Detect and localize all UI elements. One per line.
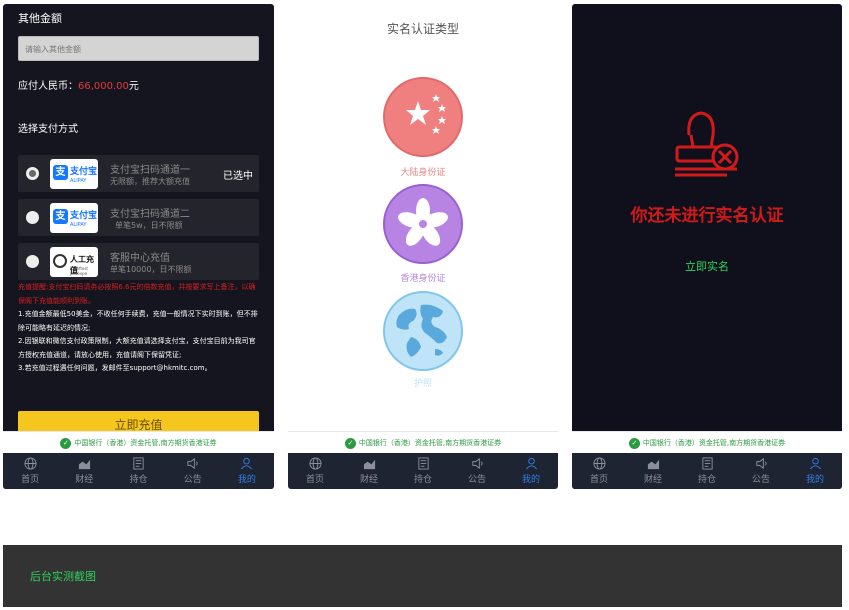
selected-label: 已选中 xyxy=(223,171,253,182)
chart-icon xyxy=(647,459,659,470)
user-icon xyxy=(241,457,253,470)
nav-announcements[interactable]: 公告 xyxy=(734,453,788,489)
payable-amount: 66,000.00 xyxy=(78,81,129,92)
nav-mine[interactable]: 我的 xyxy=(220,453,274,489)
nav-home[interactable]: 首页 xyxy=(3,453,57,489)
alipay-icon: 支 xyxy=(53,209,68,224)
unverified-screen: 你还未进行实名认证 立即实名 ✓ 中国银行（香港）资金托管,南方期货香港证券 首页… xyxy=(572,4,842,489)
payable-label: 应付人民币： xyxy=(18,81,78,92)
bank-banner: ✓ 中国银行（香港）资金托管,南方期货香港证券 xyxy=(572,431,842,453)
user-icon xyxy=(525,457,537,470)
shield-check-icon: ✓ xyxy=(344,437,356,449)
speaker-icon xyxy=(755,457,767,470)
globe-icon[interactable] xyxy=(383,291,463,371)
hongkong-id-label[interactable]: 香港身份证 xyxy=(288,271,558,284)
notice-item: 2.因银联和微信支付政策限制，大额充值请选择支付宝，支付宝目前为我司官方授权充值… xyxy=(18,337,256,359)
recharge-screen: 其他金额 请输入其他金额 应付人民币：66,000.00元 选择支付方式 支 支… xyxy=(3,4,274,489)
option-desc: 无限额，推荐大额充值 xyxy=(110,177,190,186)
id-type-screen: 实名认证类型 大陆身份证 香港身份证 护照 ✓ 中国银行（香港）资金托管,南方期… xyxy=(288,4,558,489)
radio-unselected[interactable] xyxy=(26,211,39,224)
payment-option-customer-service[interactable]: 人工充值 Kmeftest Jastevpe 客服中心充值 单笔10000，日不… xyxy=(18,243,259,280)
unverified-message: 你还未进行实名认证 xyxy=(630,206,784,226)
speaker-icon xyxy=(471,457,483,470)
alipay-icon: 支 xyxy=(53,165,68,180)
nav-finance[interactable]: 财经 xyxy=(626,453,680,489)
bank-banner: ✓ 中国银行（香港）资金托管,南方期货香港证券 xyxy=(3,431,274,453)
bottom-nav: 首页 财经 持仓 公告 我的 xyxy=(572,453,842,489)
document-icon xyxy=(701,457,713,470)
headset-icon xyxy=(53,254,67,268)
speaker-icon xyxy=(187,457,198,470)
nav-finance[interactable]: 财经 xyxy=(57,453,111,489)
bottom-nav: 首页 财经 持仓 公告 我的 xyxy=(3,453,274,489)
document-icon xyxy=(133,457,144,470)
notice-reminder: 充值提醒:支付宝扫码请务必按照6.6元的倍数充值，并按要求写上备注，以确保阁下充… xyxy=(18,283,256,305)
page-title: 实名认证类型 xyxy=(386,22,459,36)
globe-icon xyxy=(24,457,37,470)
stamp-icon xyxy=(675,111,739,177)
globe-icon xyxy=(592,457,606,470)
nav-announcements[interactable]: 公告 xyxy=(450,453,504,489)
chart-icon xyxy=(363,459,375,470)
nav-positions[interactable]: 持仓 xyxy=(396,453,450,489)
hongkong-flag-icon[interactable] xyxy=(383,184,463,264)
nav-positions[interactable]: 持仓 xyxy=(680,453,734,489)
notice-item: 3.若充值过程遇任何问题，发邮件至support@hkmitc.com。 xyxy=(18,364,212,372)
alipay-logo: 支 支付宝 ALIPAY xyxy=(50,159,98,189)
option-desc: 单笔5w，日不限额 xyxy=(115,221,183,230)
option-name: 支付宝扫码通道一 xyxy=(110,165,190,176)
radio-unselected[interactable] xyxy=(26,255,39,268)
document-icon xyxy=(417,457,429,470)
option-name: 支付宝扫码通道二 xyxy=(110,209,190,220)
payment-method-title: 选择支付方式 xyxy=(18,124,78,135)
option-name: 客服中心充值 xyxy=(110,253,170,264)
chart-icon xyxy=(78,459,90,470)
payable-row: 应付人民币：66,000.00元 xyxy=(18,77,139,92)
nav-mine[interactable]: 我的 xyxy=(788,453,842,489)
other-amount-title: 其他金额 xyxy=(18,12,62,25)
other-amount-input[interactable]: 请输入其他金额 xyxy=(18,36,259,61)
nav-positions[interactable]: 持仓 xyxy=(111,453,165,489)
nav-announcements[interactable]: 公告 xyxy=(166,453,220,489)
shield-check-icon: ✓ xyxy=(628,437,640,449)
alipay-logo: 支 支付宝 ALIPAY xyxy=(50,203,98,233)
footer-caption: 后台实测截图 xyxy=(30,570,96,583)
payment-option-alipay-2[interactable]: 支 支付宝 ALIPAY 支付宝扫码通道二 单笔5w，日不限额 xyxy=(18,199,259,236)
user-icon xyxy=(809,457,821,470)
manual-recharge-logo: 人工充值 Kmeftest Jastevpe xyxy=(50,247,98,277)
footer-bar: 后台实测截图 xyxy=(3,545,842,607)
nav-home[interactable]: 首页 xyxy=(572,453,626,489)
verify-now-link[interactable]: 立即实名 xyxy=(572,258,842,274)
nav-home[interactable]: 首页 xyxy=(288,453,342,489)
bottom-nav: 首页 财经 持仓 公告 我的 xyxy=(288,453,558,489)
globe-icon xyxy=(308,457,322,470)
bank-banner: ✓ 中国银行（香港）资金托管,南方期货香港证券 xyxy=(288,431,558,453)
payment-option-alipay-1[interactable]: 支 支付宝 ALIPAY 支付宝扫码通道一 无限额，推荐大额充值 已选中 xyxy=(18,155,259,192)
payable-unit: 元 xyxy=(128,81,139,92)
shield-check-icon: ✓ xyxy=(60,437,72,449)
notice-item: 1.充值金额最低50美金，不收任何手续费，充值一般情况下实时到账，但不排除可能略… xyxy=(18,310,258,332)
mainland-id-label[interactable]: 大陆身份证 xyxy=(288,165,558,178)
radio-selected[interactable] xyxy=(26,167,39,180)
china-flag-icon[interactable] xyxy=(383,77,463,157)
nav-finance[interactable]: 财经 xyxy=(342,453,396,489)
passport-label[interactable]: 护照 xyxy=(288,376,558,389)
recharge-notice: 充值提醒:支付宝扫码请务必按照6.6元的倍数充值，并按要求写上备注，以确保阁下充… xyxy=(18,281,261,376)
option-desc: 单笔10000，日不限额 xyxy=(110,265,192,274)
nav-mine[interactable]: 我的 xyxy=(504,453,558,489)
